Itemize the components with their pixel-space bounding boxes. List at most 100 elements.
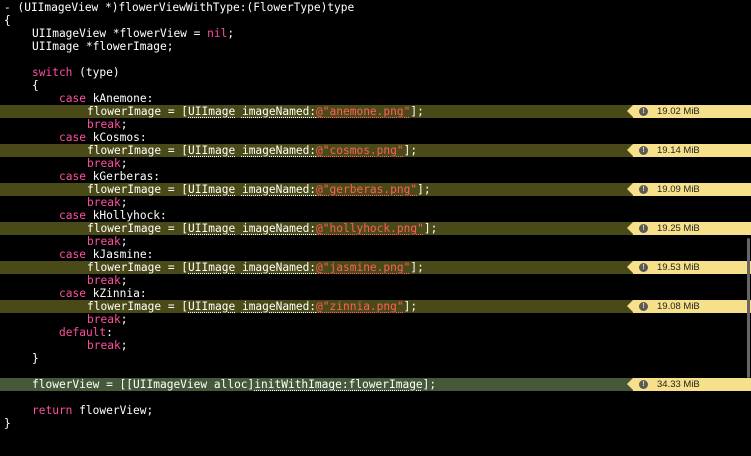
image-assignment: flowerImage = [UIImage imageNamed:@"anem… — [87, 105, 424, 118]
memory-badge[interactable]: ! 19.09 MiB — [627, 183, 751, 196]
case-keyword: case — [59, 170, 86, 183]
code-line[interactable]: break; — [0, 313, 751, 326]
code-line[interactable]: case kJasmine: — [0, 248, 751, 261]
view-declaration: UIImageView *flowerView = nil; — [32, 27, 234, 40]
image-named-method: imageNamed: — [241, 105, 317, 118]
code-editor[interactable]: - (UIImageView *)flowerViewWithType:(Flo… — [0, 0, 751, 431]
code-line-highlighted[interactable]: flowerImage = [UIImage imageNamed:@"anem… — [0, 105, 751, 118]
code-line[interactable]: case kHollyhock: — [0, 209, 751, 222]
switch-expression: (type) — [72, 66, 120, 79]
case-label: case kHollyhock: — [59, 209, 167, 222]
break-statement: break; — [87, 274, 127, 287]
code-line[interactable]: - (UIImageView *)flowerViewWithType:(Flo… — [0, 1, 751, 14]
image-assignment: flowerImage = [UIImage imageNamed:@"gerb… — [87, 183, 431, 196]
memory-badge-value: 19.14 MiB — [657, 145, 700, 156]
code-line[interactable]: break; — [0, 196, 751, 209]
code-line[interactable]: default: — [0, 326, 751, 339]
memory-badge[interactable]: ! 19.25 MiB — [627, 222, 751, 235]
image-declaration: UIImage *flowerImage; — [32, 40, 174, 53]
code-line-highlighted[interactable]: flowerImage = [UIImage imageNamed:@"holl… — [0, 222, 751, 235]
code-line[interactable]: case kGerberas: — [0, 170, 751, 183]
case-keyword: case — [59, 209, 86, 222]
image-file-string: @"gerberas.png" — [316, 183, 418, 196]
code-line[interactable]: case kZinnia: — [0, 287, 751, 300]
code-line-highlighted[interactable]: flowerImage = [UIImage imageNamed:@"jasm… — [0, 261, 751, 274]
uiimage-class: UIImage — [188, 300, 236, 313]
code-line[interactable]: UIImage *flowerImage; — [0, 40, 751, 53]
code-line-highlighted[interactable]: flowerImage = [UIImage imageNamed:@"gerb… — [0, 183, 751, 196]
code-line[interactable]: return flowerView; — [0, 404, 751, 417]
memory-badge[interactable]: ! 34.33 MiB — [627, 378, 751, 391]
image-assignment: flowerImage = [UIImage imageNamed:@"cosm… — [87, 144, 417, 157]
code-line[interactable]: case kCosmos: — [0, 131, 751, 144]
case-label: case kCosmos: — [59, 131, 147, 144]
memory-badge-value: 19.02 MiB — [657, 106, 700, 117]
assignment-prefix: flowerImage = [ — [87, 261, 189, 274]
code-line[interactable]: { — [0, 79, 751, 92]
break-keyword: break — [87, 339, 121, 352]
code-line[interactable]: switch (type) — [0, 66, 751, 79]
assignment-prefix: flowerImage = [ — [87, 183, 189, 196]
warning-circle-icon: ! — [639, 146, 648, 155]
code-line[interactable]: { — [0, 14, 751, 27]
case-name: kAnemone: — [85, 92, 154, 105]
memory-badge[interactable]: ! 19.14 MiB — [627, 144, 751, 157]
warning-circle-icon: ! — [639, 380, 648, 389]
vertical-scrollbar[interactable] — [747, 238, 750, 378]
image-file-string: @"hollyhock.png" — [316, 222, 424, 235]
memory-badge[interactable]: ! 19.08 MiB — [627, 300, 751, 313]
image-named-method: imageNamed: — [241, 144, 317, 157]
image-file-string: @"anemone.png" — [316, 105, 411, 118]
image-file-string: @"zinnia.png" — [316, 300, 404, 313]
code-line[interactable]: break; — [0, 274, 751, 287]
code-line[interactable]: break; — [0, 339, 751, 352]
method-signature: - (UIImageView *)flowerViewWithType:(Flo… — [4, 1, 355, 14]
code-line-highlighted[interactable]: flowerImage = [UIImage imageNamed:@"cosm… — [0, 144, 751, 157]
code-line[interactable]: } — [0, 352, 751, 365]
case-name: kZinnia: — [85, 287, 147, 300]
code-line[interactable]: } — [0, 417, 751, 430]
case-name: kGerberas: — [85, 170, 161, 183]
uiimage-class: UIImage — [188, 183, 236, 196]
uiimage-class: UIImage — [188, 144, 236, 157]
final-assignment-prefix: flowerView = [[UIImageView alloc] — [32, 378, 255, 391]
break-keyword: break — [87, 157, 121, 170]
default-keyword: default — [59, 326, 107, 339]
return-keyword: return — [32, 404, 73, 417]
break-statement: break; — [87, 157, 127, 170]
break-statement: break; — [87, 196, 127, 209]
memory-badge-value: 19.25 MiB — [657, 223, 700, 234]
case-label: case kZinnia: — [59, 287, 147, 300]
break-keyword: break — [87, 313, 121, 326]
code-line[interactable]: break; — [0, 235, 751, 248]
image-assignment: flowerImage = [UIImage imageNamed:@"zinn… — [87, 300, 417, 313]
uiimage-class: UIImage — [188, 222, 236, 235]
assignment-suffix: ]; — [417, 183, 431, 196]
image-file-string: @"cosmos.png" — [316, 144, 404, 157]
assignment-prefix: flowerImage = [ — [87, 222, 189, 235]
code-line-highlighted[interactable]: flowerImage = [UIImage imageNamed:@"zinn… — [0, 300, 751, 313]
case-keyword: case — [59, 287, 86, 300]
code-line-highlighted[interactable]: flowerView = [[UIImageView alloc]initWit… — [0, 378, 751, 391]
case-keyword: case — [59, 131, 86, 144]
memory-badge[interactable]: ! 19.02 MiB — [627, 105, 751, 118]
case-name: kCosmos: — [85, 131, 147, 144]
code-line[interactable]: UIImageView *flowerView = nil; — [0, 27, 751, 40]
warning-circle-icon: ! — [639, 302, 648, 311]
nil-keyword: nil — [207, 27, 228, 40]
code-line[interactable]: break; — [0, 118, 751, 131]
code-line[interactable]: break; — [0, 157, 751, 170]
colon: : — [106, 326, 113, 339]
code-line[interactable]: case kAnemone: — [0, 92, 751, 105]
image-named-method: imageNamed: — [241, 222, 317, 235]
break-statement: break; — [87, 235, 127, 248]
semicolon: ; — [120, 118, 128, 131]
image-file-string: @"jasmine.png" — [316, 261, 411, 274]
semicolon: ; — [120, 235, 128, 248]
default-break: break; — [87, 339, 127, 352]
memory-badge[interactable]: ! 19.53 MiB — [627, 261, 751, 274]
